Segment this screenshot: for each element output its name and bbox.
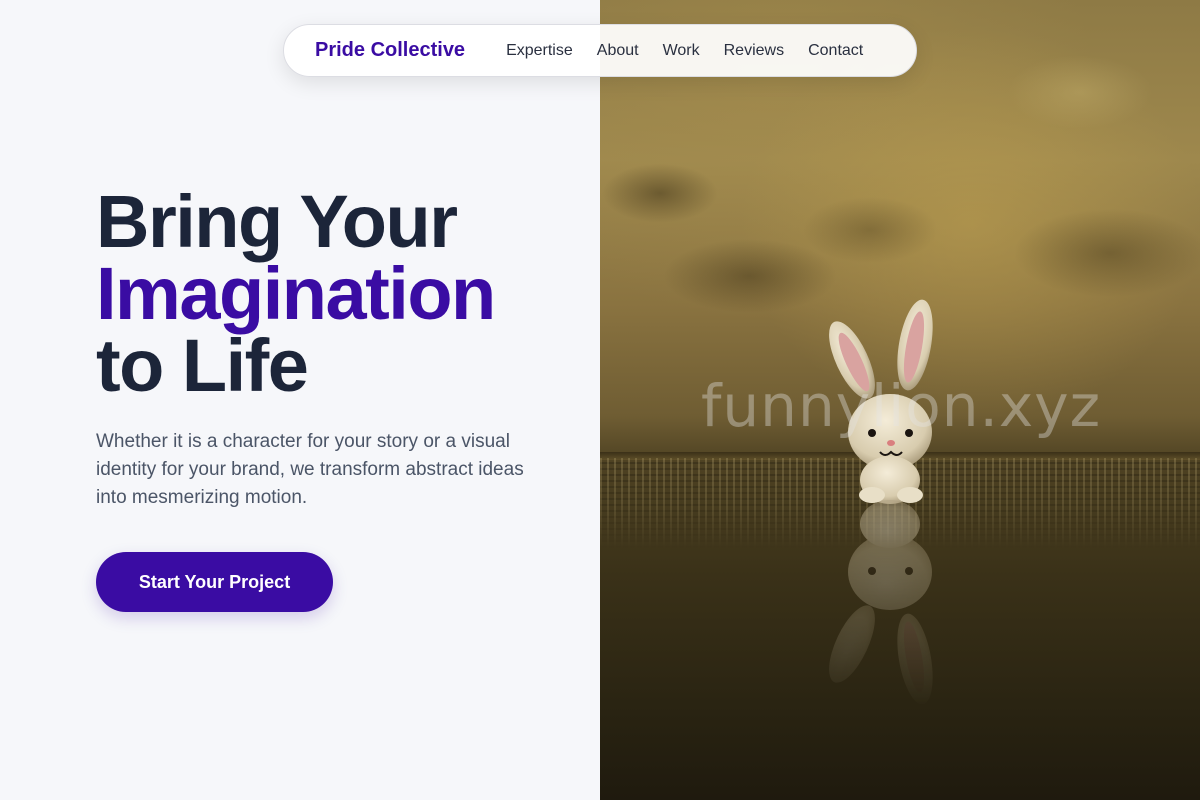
hero-title-line-3: to Life	[96, 324, 309, 407]
start-project-button[interactable]: Start Your Project	[96, 552, 333, 612]
nav-link-work[interactable]: Work	[663, 42, 700, 59]
nav-link-reviews[interactable]: Reviews	[724, 42, 784, 59]
nav-links: Expertise About Work Reviews Contact	[506, 42, 863, 60]
hero-title-highlight: Imagination	[96, 252, 496, 335]
nav-link-contact[interactable]: Contact	[808, 42, 863, 59]
nav-item-work: Work	[663, 42, 700, 60]
hero-description: Whether it is a character for your story…	[96, 431, 524, 508]
hero-title: Bring Your Imagination to Life	[96, 180, 496, 407]
hero-image: funnylion.xyz	[600, 0, 1200, 800]
bunny-figurine	[829, 299, 933, 705]
image-watermark: funnylion.xyz	[701, 372, 1102, 440]
brand-logo-link[interactable]: Pride Collective	[315, 39, 465, 62]
hero-section: Bring Your Imagination to Life Whether i…	[0, 0, 600, 800]
nav-item-about: About	[597, 42, 639, 60]
nav-item-reviews: Reviews	[724, 42, 784, 60]
hero-title-line-1: Bring Your	[96, 180, 458, 263]
nav-link-expertise[interactable]: Expertise	[506, 42, 573, 59]
top-navigation: Pride Collective Expertise About Work Re…	[283, 24, 917, 77]
nav-item-expertise: Expertise	[506, 42, 573, 60]
page: Bring Your Imagination to Life Whether i…	[0, 0, 1200, 800]
nav-item-contact: Contact	[808, 42, 863, 60]
nav-link-about[interactable]: About	[597, 42, 639, 59]
